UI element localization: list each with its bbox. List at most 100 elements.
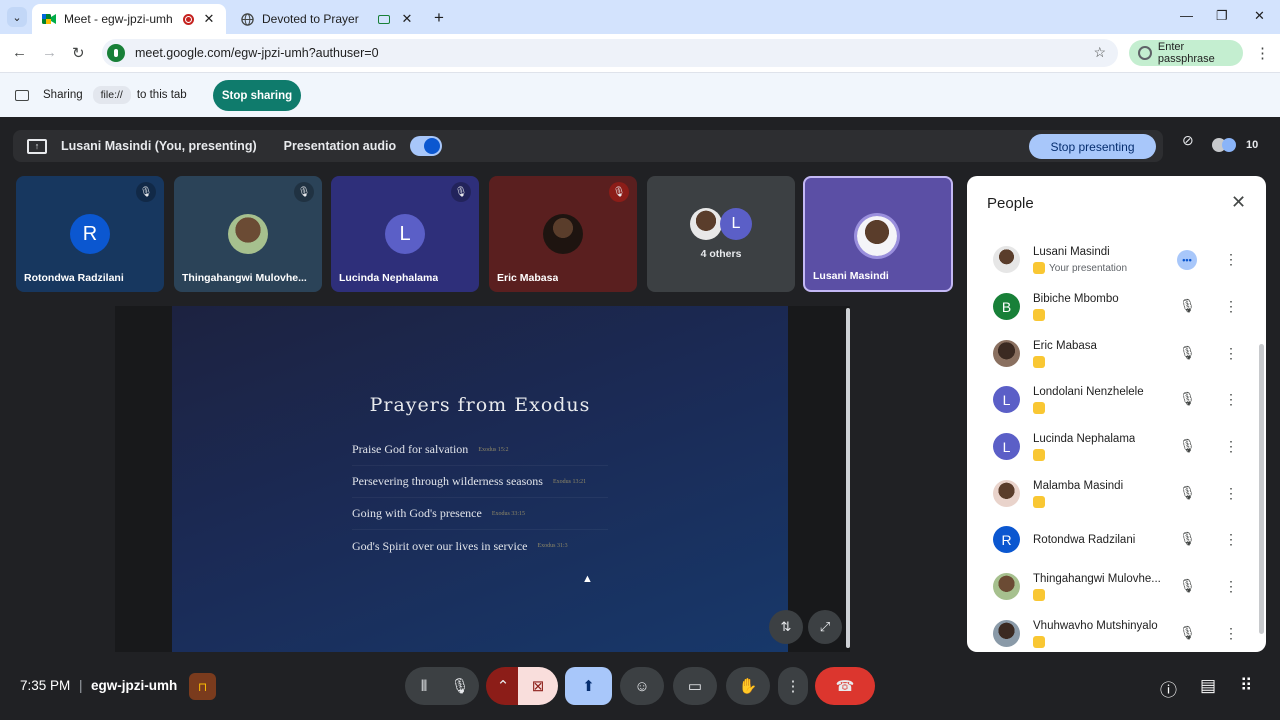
camera-off-button[interactable]: ⊠ [518,667,558,705]
stop-presenting-button[interactable]: Stop presenting [1029,134,1156,159]
others-tile[interactable]: L 4 others [647,176,795,292]
participant-row[interactable]: R Rotondwa Radzilani 🎙 ⋮ [967,518,1255,564]
new-tab-icon[interactable]: + [434,8,444,28]
mic-off-icon[interactable]: 🎙 [1179,298,1196,314]
slide-item-ref: Exodus 33:15 [491,510,525,517]
participant-row[interactable]: L Lucinda Nephalama 🎙 ⋮ [967,425,1255,471]
captions-icon[interactable]: ▭ [673,667,717,705]
more-options-icon[interactable]: ••• [1177,250,1197,270]
kebab-menu-icon[interactable]: ⋮ [1224,578,1238,595]
slide-item-ref: Exodus 15:2 [478,446,509,453]
avatar [993,620,1020,647]
audio-settings-icon[interactable]: ⦀ [405,667,443,705]
people-title: People [987,195,1034,212]
close-tab-icon[interactable]: ✕ [202,11,216,27]
tab-meet[interactable]: Meet - egw-jpzi-umh ✕ [32,4,226,34]
slide-item: Persevering through wilderness seasons E… [352,466,608,498]
emoji-reactions-icon[interactable]: ☺ [620,667,664,705]
presentation-scrollbar[interactable] [846,308,850,648]
mic-off-icon[interactable]: 🎙 [1179,438,1196,454]
browser-menu-icon[interactable]: ⋮ [1255,44,1270,62]
participant-status [1033,589,1049,601]
participant-row[interactable]: Lusani Masindi Your presentation ••• ⋮ [967,238,1255,284]
kebab-menu-icon[interactable]: ⋮ [1224,485,1238,502]
leave-call-icon[interactable]: ☎ [815,667,875,705]
meeting-details-icon[interactable]: ⓘ [1160,676,1177,701]
kebab-menu-icon[interactable]: ⋮ [1224,531,1238,548]
participant-name: Lusani Masindi [813,270,889,282]
participant-tile[interactable]: 🎙 Thingahangwi Mulovhe... [174,176,322,292]
participant-status [1033,356,1049,368]
kebab-menu-icon[interactable]: ⋮ [1224,251,1238,268]
mic-off-icon[interactable]: 🎙 [1179,485,1196,501]
mic-in-use-icon[interactable] [107,44,125,62]
url-omnibox[interactable]: meet.google.com/egw-jpzi-umh?authuser=0 … [102,39,1118,67]
video-options-chevron-icon[interactable]: ⌃ [486,667,520,705]
forward-icon[interactable]: → [42,44,57,61]
camera-off-icon[interactable]: ⊘ [1182,132,1194,149]
badge-icon [1033,309,1045,321]
mic-off-icon[interactable]: 🎙 [1179,345,1196,361]
kebab-menu-icon[interactable]: ⋮ [1224,345,1238,362]
stop-sharing-button[interactable]: Stop sharing [213,80,301,111]
avatar: L [993,433,1020,460]
people-scrollbar[interactable] [1259,344,1264,634]
share-target-label: to this tab [136,89,187,101]
microphone-icon[interactable]: 🎙 [441,667,479,705]
bookmark-star-icon[interactable]: ☆ [1093,44,1106,61]
reload-icon[interactable]: ↻ [72,44,85,62]
fullscreen-icon[interactable]: ⤢ [808,610,842,644]
slide-item: God's Spirit over our lives in service E… [352,530,608,562]
tab-search-button[interactable]: ⌄ [7,7,27,27]
participant-tile[interactable]: 🎙 Eric Mabasa [489,176,637,292]
activities-icon[interactable]: ⠿ [1240,676,1252,696]
mic-off-icon[interactable]: 🎙 [1179,578,1196,594]
avatar: R [993,526,1020,553]
participant-row[interactable]: Malamba Masindi 🎙 ⋮ [967,472,1255,518]
kebab-menu-icon[interactable]: ⋮ [1224,298,1238,315]
participant-name: Eric Mabasa [1033,340,1097,352]
participant-name: Thingahangwi Mulovhe... [182,272,307,284]
participant-tile[interactable]: R 🎙 Rotondwa Radzilani [16,176,164,292]
presenter-label: Lusani Masindi (You, presenting) [61,139,257,153]
enter-passphrase-button[interactable]: Enter passphrase [1129,40,1243,66]
presentation-audio-toggle[interactable] [410,136,443,156]
presenting-icon: ↑ [27,138,47,154]
avatar: B [993,293,1020,320]
chat-icon[interactable]: ▤ [1200,676,1216,696]
close-tab-icon[interactable]: ✕ [400,11,414,27]
participant-status [1033,449,1049,461]
avatar [690,208,722,240]
mic-off-icon[interactable]: 🎙 [1179,391,1196,407]
participant-row[interactable]: L Londolani Nenzhelele 🎙 ⋮ [967,378,1255,424]
tab-devoted-to-prayer[interactable]: Devoted to Prayer ✕ [230,4,424,34]
back-icon[interactable]: ← [12,44,27,61]
raise-hand-icon[interactable]: ✋ [726,667,770,705]
maximize-icon[interactable]: ❐ [1216,8,1228,24]
participant-count: 10 [1246,139,1259,151]
swap-view-icon[interactable]: ⇅ [769,610,803,644]
tab-title: Devoted to Prayer [262,12,359,26]
self-tile[interactable]: Lusani Masindi [803,176,953,292]
mic-off-icon[interactable]: 🎙 [1179,531,1196,547]
kebab-menu-icon[interactable]: ⋮ [1224,625,1238,642]
minimize-icon[interactable]: — [1180,8,1193,23]
participant-row[interactable]: B Bibiche Mbombo 🎙 ⋮ [967,285,1255,331]
slide-item-ref: Exodus 13:21 [552,478,587,485]
participants-button[interactable]: 10 [1212,131,1258,159]
participant-row[interactable]: Vhuhwavho Mutshinyalo 🎙 ⋮ [967,612,1255,652]
address-toolbar: ← → ↻ meet.google.com/egw-jpzi-umh?authu… [0,34,1280,72]
screen-share-icon [15,89,29,101]
participant-row[interactable]: Eric Mabasa 🎙 ⋮ [967,332,1255,378]
participant-tile[interactable]: L 🎙 Lucinda Nephalama [331,176,479,292]
window-close-icon[interactable]: ✕ [1254,8,1265,24]
close-icon[interactable]: ✕ [1231,192,1246,213]
kebab-menu-icon[interactable]: ⋮ [1224,391,1238,408]
present-screen-icon[interactable]: ⬆ [565,667,612,705]
host-controls-icon[interactable]: ⊓ [189,673,216,700]
more-options-icon[interactable]: ⋮ [778,667,808,705]
kebab-menu-icon[interactable]: ⋮ [1224,438,1238,455]
mic-off-icon[interactable]: 🎙 [1179,625,1196,641]
mic-off-icon: 🎙 [451,182,471,202]
participant-row[interactable]: Thingahangwi Mulovhe... 🎙 ⋮ [967,565,1255,611]
